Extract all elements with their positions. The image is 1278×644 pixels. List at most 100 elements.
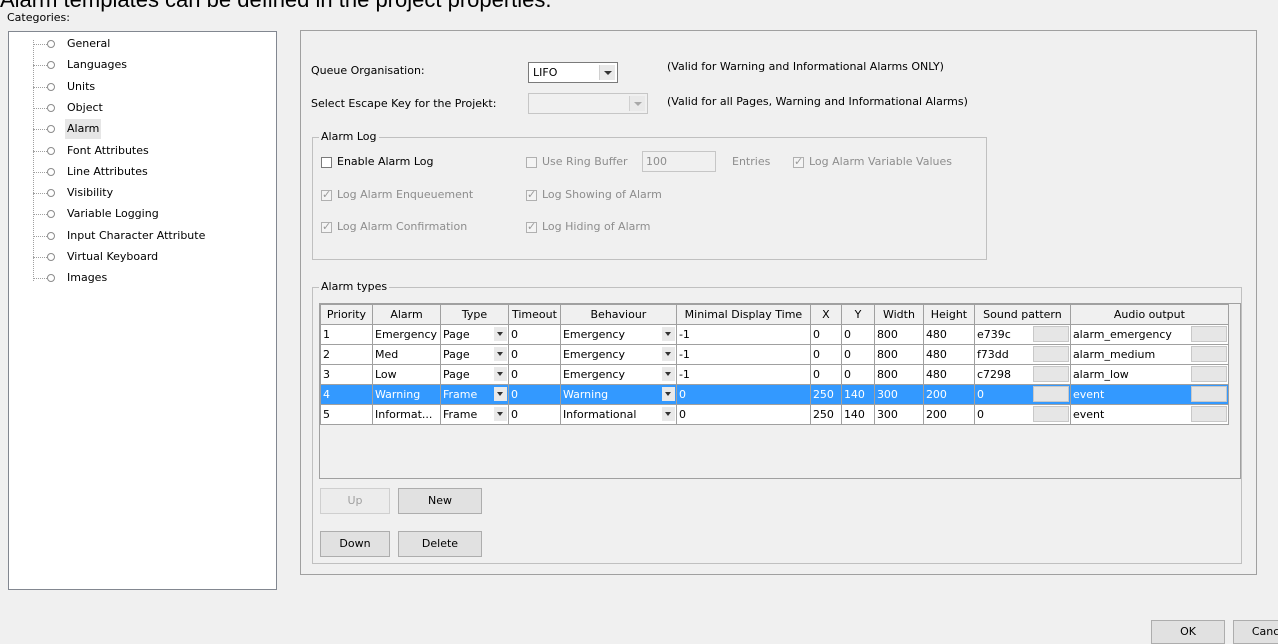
escape-key-select[interactable] (528, 93, 648, 114)
table-row[interactable]: 2 Med Page 0 Emergency -1 0 0 800 480 f73dd alarm_m… (320, 344, 1229, 365)
table-cell[interactable]: 0 (508, 324, 561, 345)
chevron-down-icon[interactable] (661, 407, 675, 421)
browse-button[interactable] (1190, 386, 1227, 402)
column-header[interactable]: Timeout (508, 304, 561, 325)
table-cell[interactable]: -1 (675, 324, 811, 345)
table-cell[interactable]: Med (372, 344, 441, 365)
table-cell[interactable]: e739c (973, 324, 1071, 345)
table-cell[interactable]: 200 (922, 384, 975, 405)
table-cell[interactable]: 4 (320, 384, 373, 405)
table-cell[interactable]: 0 (508, 364, 561, 385)
chevron-down-icon[interactable] (661, 367, 675, 381)
table-cell[interactable]: 140 (840, 404, 875, 425)
table-cell[interactable]: 800 (873, 324, 924, 345)
table-cell[interactable]: Emergency (559, 364, 677, 385)
table-cell[interactable]: 1 (320, 324, 373, 345)
cancel-button[interactable]: Cancel (1233, 620, 1278, 644)
table-cell[interactable]: 480 (922, 364, 975, 385)
table-cell[interactable]: 0 (675, 404, 811, 425)
log-variable-values-checkbox[interactable] (793, 155, 804, 168)
column-header[interactable]: Minimal Display Time (675, 304, 811, 325)
column-header[interactable]: Y (840, 304, 875, 325)
table-cell[interactable]: 0 (809, 364, 842, 385)
column-header[interactable]: Sound pattern (973, 304, 1071, 325)
table-cell[interactable]: event (1069, 384, 1229, 405)
column-header[interactable]: Type (440, 304, 509, 325)
move-down-button[interactable]: Down (320, 531, 390, 557)
browse-button[interactable] (1032, 366, 1069, 382)
ring-buffer-entries-input[interactable]: 100 (642, 151, 716, 172)
chevron-down-icon[interactable] (494, 327, 507, 341)
browse-button[interactable] (1190, 346, 1227, 362)
table-cell[interactable]: 0 (840, 324, 875, 345)
browse-button[interactable] (1032, 326, 1069, 342)
ring-buffer-checkbox[interactable] (526, 157, 537, 168)
chevron-down-icon[interactable] (661, 387, 675, 401)
delete-alarm-button[interactable]: Delete (398, 531, 482, 557)
chevron-down-icon[interactable] (661, 347, 675, 361)
queue-organisation-select[interactable]: LIFO (528, 62, 618, 83)
table-cell[interactable]: -1 (675, 344, 811, 365)
table-cell[interactable]: Page (440, 364, 509, 385)
column-header[interactable]: X (809, 304, 842, 325)
table-cell[interactable]: 0 (840, 344, 875, 365)
table-cell[interactable]: 2 (320, 344, 373, 365)
chevron-down-icon[interactable] (494, 367, 507, 381)
table-cell[interactable]: 480 (922, 344, 975, 365)
table-cell[interactable]: 140 (840, 384, 875, 405)
browse-button[interactable] (1032, 406, 1069, 422)
table-cell[interactable]: f73dd (973, 344, 1071, 365)
enable-alarm-log-checkbox[interactable] (321, 157, 332, 168)
table-cell[interactable]: Emergency (559, 324, 677, 345)
table-cell[interactable]: 250 (809, 404, 842, 425)
table-cell[interactable]: alarm_low (1069, 364, 1229, 385)
table-cell[interactable]: Frame (440, 384, 509, 405)
new-alarm-button[interactable]: New (398, 488, 482, 514)
chevron-down-icon[interactable] (494, 347, 507, 361)
browse-button[interactable] (1190, 326, 1227, 342)
column-header[interactable]: Width (873, 304, 924, 325)
table-row[interactable]: 5 Informat... Frame 0 Informational 0 250 140 30… (320, 404, 1229, 425)
table-cell[interactable]: 0 (508, 384, 561, 405)
table-cell[interactable]: 300 (873, 404, 924, 425)
browse-button[interactable] (1032, 386, 1069, 402)
table-cell[interactable]: 0 (973, 384, 1071, 405)
table-cell[interactable]: 0 (508, 404, 561, 425)
table-cell[interactable]: Emergency (372, 324, 441, 345)
table-cell[interactable]: alarm_emergency (1069, 324, 1229, 345)
table-cell[interactable]: Warning (559, 384, 677, 405)
browse-button[interactable] (1190, 366, 1227, 382)
table-cell[interactable]: Frame (440, 404, 509, 425)
table-cell[interactable]: 250 (809, 384, 842, 405)
table-cell[interactable]: Emergency (559, 344, 677, 365)
column-header[interactable]: Behaviour (559, 304, 677, 325)
table-cell[interactable]: 0 (809, 324, 842, 345)
table-cell[interactable]: 5 (320, 404, 373, 425)
browse-button[interactable] (1032, 346, 1069, 362)
table-cell[interactable]: 300 (873, 384, 924, 405)
browse-button[interactable] (1190, 406, 1227, 422)
log-enqueue-checkbox[interactable] (321, 188, 332, 201)
column-header[interactable]: Height (922, 304, 975, 325)
table-row[interactable]: 1 Emergency Page 0 Emergency -1 0 0 800 480 e739c a… (320, 324, 1229, 345)
categories-tree[interactable]: General Languages Units Object Alarm Font Att… (8, 31, 277, 590)
table-cell[interactable]: 800 (873, 364, 924, 385)
table-cell[interactable]: 0 (973, 404, 1071, 425)
chevron-down-icon[interactable] (494, 407, 507, 421)
chevron-down-icon[interactable] (661, 327, 675, 341)
table-cell[interactable]: 0 (508, 344, 561, 365)
table-cell[interactable]: 480 (922, 324, 975, 345)
table-cell[interactable]: 3 (320, 364, 373, 385)
table-cell[interactable]: alarm_medium (1069, 344, 1229, 365)
ok-button[interactable]: OK (1151, 620, 1225, 644)
log-hiding-checkbox[interactable] (526, 220, 537, 233)
table-cell[interactable]: -1 (675, 364, 811, 385)
table-cell[interactable]: 800 (873, 344, 924, 365)
table-cell[interactable]: Page (440, 324, 509, 345)
column-header[interactable]: Priority (320, 304, 373, 325)
table-cell[interactable]: Warning (372, 384, 441, 405)
column-header[interactable]: Alarm (372, 304, 441, 325)
table-row[interactable]: 4 Warning Frame 0 Warning 0 250 140 300 200 0 event (320, 384, 1229, 405)
table-cell[interactable]: Page (440, 344, 509, 365)
table-cell[interactable]: 0 (840, 364, 875, 385)
